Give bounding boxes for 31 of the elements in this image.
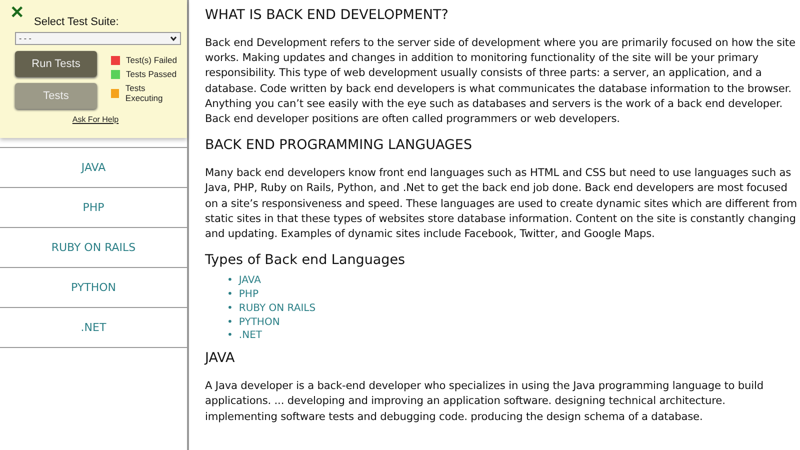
- sidebar-item[interactable]: .NET: [0, 308, 187, 348]
- paragraph: Many back end developers know front end languages such as HTML and CSS but need to use languages such as Java, PHP, Ruby on Rails, Python, and .Net to get the back end job done. Back end developers are most focused on a site’s responsiveness and speed. These languages are used to create dynamic sites which are different from static sites in that these types of websites store database information. Content on the site is constantly changing and updating. Examples of dynamic sites include Facebook, Twitter, and Google Maps.: [205, 166, 798, 242]
- paragraph: A Java developer is a back-end developer who specializes in using the Java programming language to build applications. ... developing and improving an application software. designing technical architecture. implementing software tests and debugging code. producing the design schema of a database.: [205, 379, 764, 425]
- help-link[interactable]: Ask For Help: [72, 115, 119, 124]
- bullet: •: [227, 288, 233, 302]
- sidebar-item[interactable]: RUBY ON RAILS: [0, 228, 187, 268]
- test-button[interactable]: Tests: [15, 83, 97, 109]
- language-link[interactable]: .NET: [238, 329, 262, 344]
- language-link[interactable]: PHP: [238, 288, 258, 302]
- legend-label: Test(s) Failed: [126, 55, 178, 65]
- language-link[interactable]: RUBY ON RAILS: [238, 302, 316, 316]
- subheading: Types of Back end Languages: [205, 251, 406, 270]
- suite-select[interactable]: - - -: [15, 32, 181, 45]
- section-heading: WHAT IS BACK END DEVELOPMENT?: [205, 6, 450, 24]
- language-link[interactable]: JAVA: [238, 274, 261, 288]
- bullet: •: [227, 302, 233, 316]
- close-button[interactable]: ✕: [10, 4, 24, 22]
- section-heading: JAVA: [205, 349, 236, 368]
- sidebar-item[interactable]: JAVA: [0, 147, 187, 188]
- language-link[interactable]: PYTHON: [238, 316, 280, 330]
- legend-label: Tests Executing: [125, 83, 164, 103]
- section-heading: BACK END PROGRAMMING LANGUAGES: [205, 136, 474, 154]
- sidebar-item[interactable]: PYTHON: [0, 268, 187, 308]
- bullet: •: [227, 274, 233, 288]
- sidebar-item[interactable]: PHP: [0, 188, 187, 228]
- test-button[interactable]: Run Tests: [15, 51, 97, 77]
- legend-label: Tests Passed: [126, 69, 177, 79]
- suite-label: Select Test Suite:: [34, 16, 119, 28]
- paragraph: Back end Development refers to the server side of development where you are primarily focused on how the site works. Making updates and changes in addition to monitoring functionality of the site will be your primary responsibility. This type of web development usually consists of three parts: a server, an application, and a database. Code written by back end developers is what communicates the database information to the browser. Anything you can’t see easily with the eye such as databases and servers is the work of a back end developer. Back end developer positions are often called programmers or web developers.: [205, 36, 796, 128]
- bullet: •: [227, 316, 233, 330]
- bullet: •: [227, 329, 233, 344]
